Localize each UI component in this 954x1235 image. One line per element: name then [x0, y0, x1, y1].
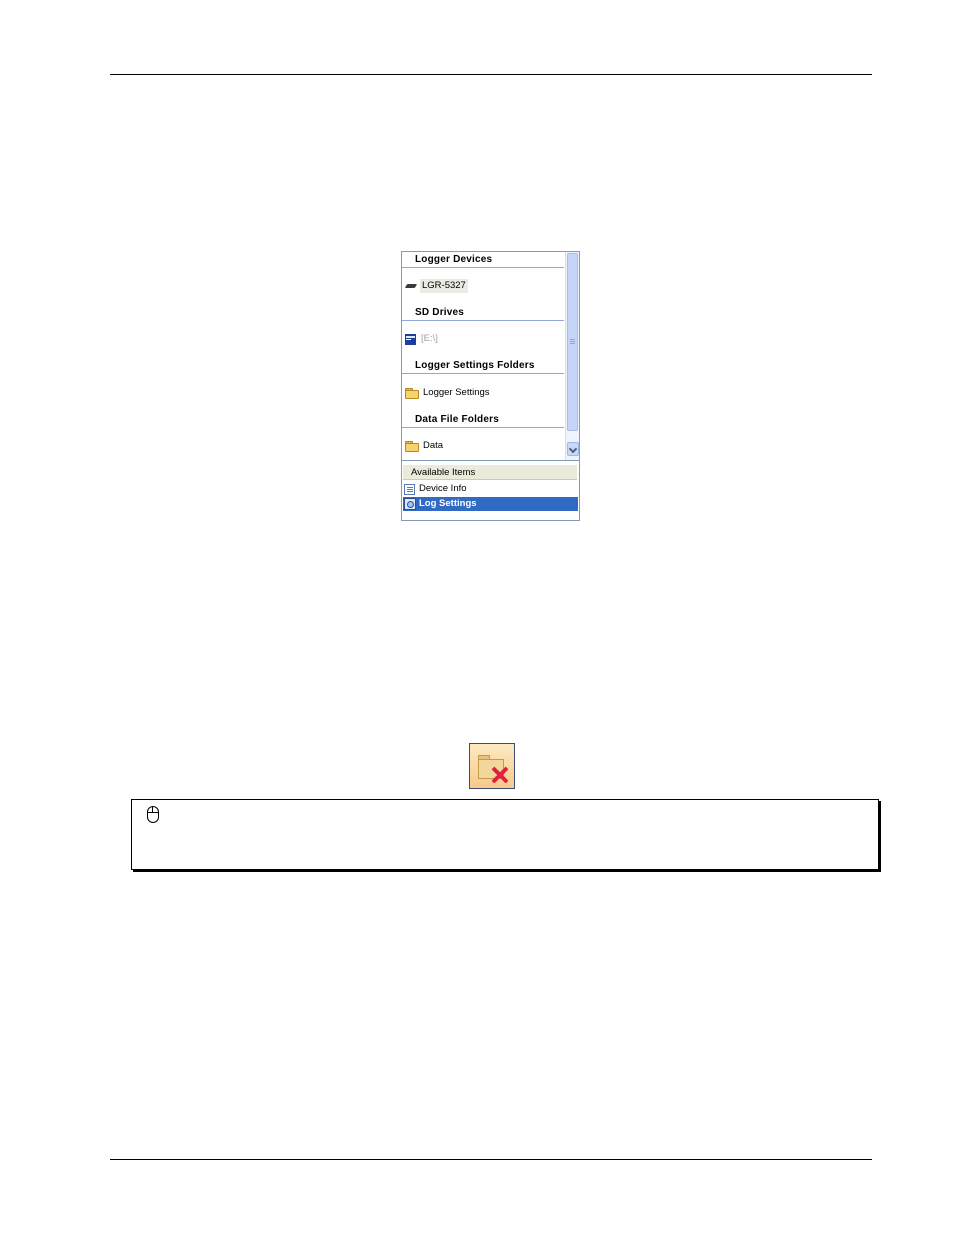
delete-x-icon — [491, 766, 509, 784]
device-icon — [405, 283, 418, 289]
header-rule — [110, 74, 872, 75]
note-box — [131, 799, 879, 870]
logger-explorer-panel: Logger Devices LGR-5327 SD Drives [E:\] … — [401, 251, 580, 521]
list-item-label: Log Settings — [419, 498, 477, 509]
folder-icon — [405, 440, 419, 452]
footer-rule — [110, 1159, 872, 1160]
tree-item-logger-settings[interactable]: Logger Settings — [405, 386, 492, 400]
vertical-scrollbar[interactable] — [565, 252, 579, 460]
available-items-list: Available Items Device Info Log Settings — [402, 460, 579, 520]
available-items-header: Available Items — [403, 465, 577, 480]
tree-item-label: Logger Settings — [423, 387, 490, 398]
device-tree: Logger Devices LGR-5327 SD Drives [E:\] … — [402, 252, 564, 460]
section-header-sd-drives: SD Drives — [402, 306, 564, 321]
tree-item-data[interactable]: Data — [405, 439, 445, 453]
scrollbar-thumb[interactable] — [567, 253, 578, 431]
scroll-down-button[interactable] — [567, 442, 579, 456]
log-settings-icon — [404, 498, 416, 510]
folder-icon — [405, 387, 419, 399]
list-item-device-info[interactable]: Device Info — [403, 482, 578, 496]
tree-item-label: LGR-5327 — [420, 279, 468, 293]
tree-item-label: [E:\] — [421, 333, 438, 344]
section-header-logger-devices: Logger Devices — [402, 253, 564, 268]
list-item-label: Device Info — [419, 483, 467, 494]
mouse-icon — [147, 806, 159, 823]
section-header-logger-settings-folders: Logger Settings Folders — [402, 359, 564, 374]
sd-card-icon — [405, 333, 416, 345]
section-header-data-file-folders: Data File Folders — [402, 413, 564, 428]
tree-item-sd-drive[interactable]: [E:\] — [405, 332, 440, 346]
list-item-log-settings[interactable]: Log Settings — [403, 497, 578, 511]
tree-item-lgr-5327[interactable]: LGR-5327 — [405, 279, 468, 293]
delete-folder-button[interactable] — [469, 743, 515, 789]
tree-item-label: Data — [423, 440, 444, 451]
list-icon — [404, 483, 415, 495]
